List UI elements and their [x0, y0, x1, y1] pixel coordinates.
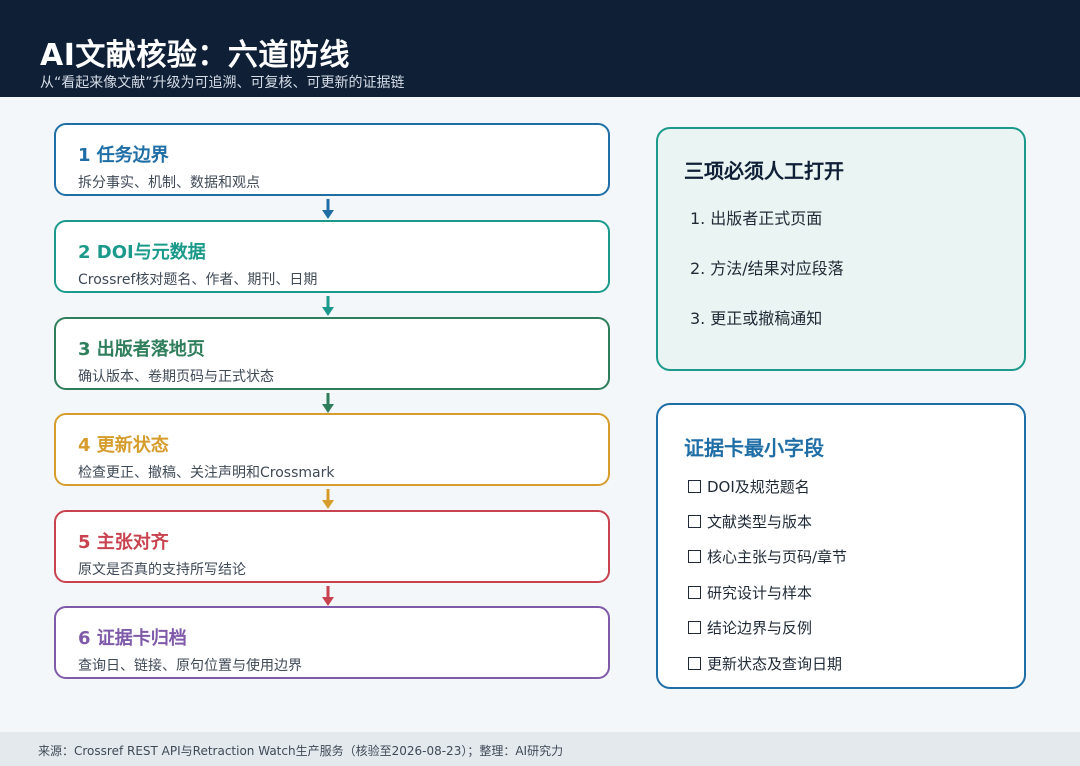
arrow-down-icon — [322, 489, 334, 509]
footer-bar: 来源：Crossref REST API与Retraction Watch生产服… — [0, 732, 1080, 766]
step-5-claim-alignment: 5 主张对齐 原文是否真的支持所写结论 — [54, 510, 610, 583]
manual-item: 2. 方法/结果对应段落 — [690, 259, 844, 278]
step-description: 确认版本、卷期页码与正式状态 — [78, 369, 274, 385]
checkbox-item: 文献类型与版本 — [688, 511, 812, 532]
step-title: 3 出版者落地页 — [78, 339, 205, 360]
checkbox-icon — [688, 515, 701, 528]
step-description: 原文是否真的支持所写结论 — [78, 562, 246, 578]
step-4-update-status: 4 更新状态 检查更正、撤稿、关注声明和Crossmark — [54, 413, 610, 486]
checkbox-icon — [688, 480, 701, 493]
manual-item: 1. 出版者正式页面 — [690, 209, 823, 228]
checkbox-item: 结论边界与反例 — [688, 617, 812, 638]
checkbox-item: 核心主张与页码/章节 — [688, 546, 847, 567]
step-title: 2 DOI与元数据 — [78, 242, 206, 263]
arrow-down-icon — [322, 199, 334, 219]
step-6-evidence-archive: 6 证据卡归档 查询日、链接、原句位置与使用边界 — [54, 606, 610, 679]
step-description: Crossref核对题名、作者、期刊、日期 — [78, 272, 318, 288]
step-1-task-boundary: 1 任务边界 拆分事实、机制、数据和观点 — [54, 123, 610, 196]
page-subtitle: 从“看起来像文献”升级为可追溯、可复核、可更新的证据链 — [40, 75, 405, 91]
checkbox-item: DOI及规范题名 — [688, 476, 810, 497]
evidence-card-panel: 证据卡最小字段 DOI及规范题名 文献类型与版本 核心主张与页码/章节 研究设计… — [656, 403, 1026, 689]
step-title: 4 更新状态 — [78, 435, 169, 456]
arrow-down-icon — [322, 296, 334, 316]
step-title: 5 主张对齐 — [78, 532, 169, 553]
checkbox-icon — [688, 657, 701, 670]
checkbox-item: 研究设计与样本 — [688, 582, 812, 603]
manual-check-panel: 三项必须人工打开 1. 出版者正式页面 2. 方法/结果对应段落 3. 更正或撤稿通知 — [656, 127, 1026, 371]
panel-title: 三项必须人工打开 — [684, 159, 844, 183]
arrow-down-icon — [322, 393, 334, 413]
panel-title: 证据卡最小字段 — [684, 436, 824, 460]
step-3-publisher-page: 3 出版者落地页 确认版本、卷期页码与正式状态 — [54, 317, 610, 390]
page-title: AI文献核验：六道防线 — [40, 38, 350, 73]
checkbox-icon — [688, 586, 701, 599]
checkbox-item: 更新状态及查询日期 — [688, 653, 842, 674]
header-bar: AI文献核验：六道防线 从“看起来像文献”升级为可追溯、可复核、可更新的证据链 — [0, 0, 1080, 97]
step-description: 检查更正、撤稿、关注声明和Crossmark — [78, 465, 335, 481]
step-title: 1 任务边界 — [78, 145, 169, 166]
arrow-down-icon — [322, 586, 334, 606]
step-2-doi-metadata: 2 DOI与元数据 Crossref核对题名、作者、期刊、日期 — [54, 220, 610, 293]
checkbox-icon — [688, 550, 701, 563]
checkbox-icon — [688, 621, 701, 634]
source-note: 来源：Crossref REST API与Retraction Watch生产服… — [38, 744, 564, 758]
step-description: 拆分事实、机制、数据和观点 — [78, 175, 260, 191]
manual-item: 3. 更正或撤稿通知 — [690, 309, 823, 328]
step-description: 查询日、链接、原句位置与使用边界 — [78, 658, 302, 674]
step-title: 6 证据卡归档 — [78, 628, 187, 649]
